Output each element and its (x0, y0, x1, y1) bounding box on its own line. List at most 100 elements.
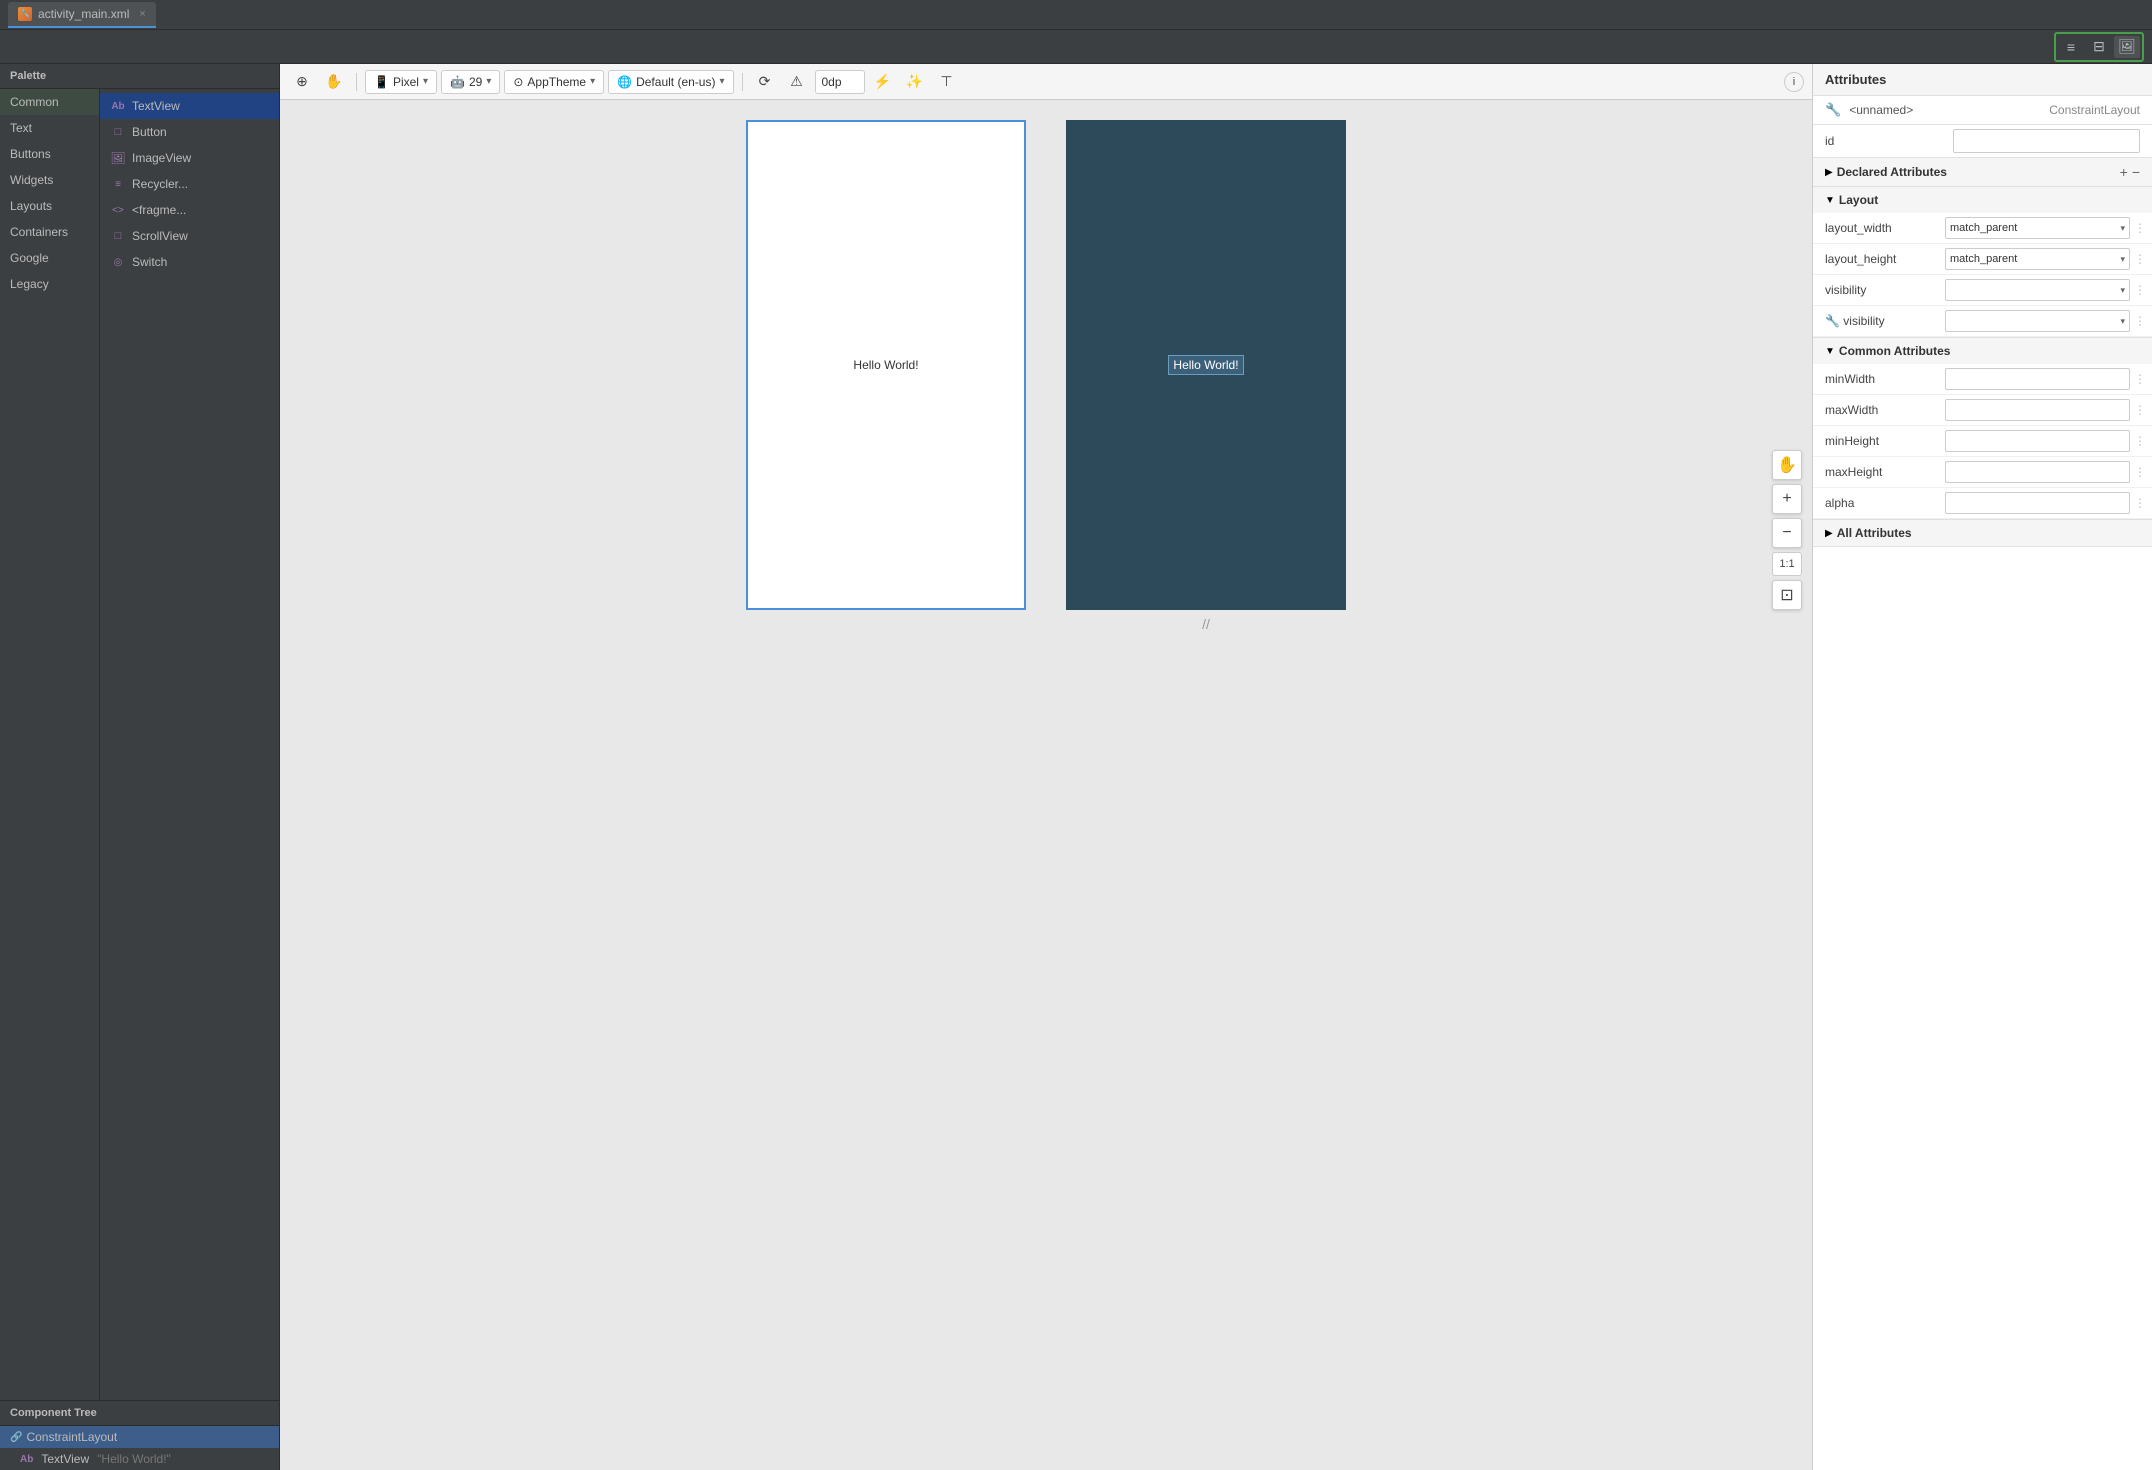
sidebar-item-buttons[interactable]: Buttons (0, 141, 99, 167)
magic-wand-button[interactable]: ✨ (901, 70, 929, 94)
min-height-input[interactable] (1945, 430, 2130, 452)
resize-handle-icon: // (1202, 616, 1210, 630)
blueprint-screen[interactable]: Hello World! (1066, 120, 1346, 610)
palette-item-textview[interactable]: Ab TextView (100, 93, 279, 119)
palette-item-imageview[interactable]: 🖼 ImageView (100, 145, 279, 171)
layout-width-dropdown[interactable]: match_parent ▾ (1945, 217, 2130, 239)
max-height-row: maxHeight ⋮ (1813, 457, 2152, 488)
sidebar-item-widgets[interactable]: Widgets (0, 167, 99, 193)
api-dropdown[interactable]: 🤖 29 ▾ (441, 70, 500, 94)
canvas-viewport[interactable]: Hello World! Hello World! // ✋ + (280, 100, 1812, 630)
sidebar-item-google[interactable]: Google (0, 245, 99, 271)
sidebar-item-layouts[interactable]: Layouts (0, 193, 99, 219)
attributes-panel: Attributes 🔧 <unnamed> ConstraintLayout … (1812, 64, 2152, 1470)
switch-icon: ◎ (110, 254, 126, 270)
pan-mode-button[interactable]: ✋ (1772, 450, 1802, 480)
id-input[interactable] (1953, 129, 2140, 153)
max-height-label: maxHeight (1825, 465, 1945, 479)
attributes-header: Attributes (1813, 64, 2152, 96)
visibility-wrench-dropdown[interactable]: ▾ (1945, 310, 2130, 332)
locale-dropdown-arrow: ▾ (719, 76, 724, 87)
palette-items-list: Ab TextView □ Button 🖼 ImageView ≡ Recyc… (100, 89, 279, 1400)
all-attributes-header[interactable]: ▶ All Attributes (1813, 520, 2152, 546)
min-width-handle: ⋮ (2134, 372, 2140, 386)
split-view-button[interactable]: ⊟ (2086, 36, 2112, 58)
textview-icon: Ab (110, 98, 126, 114)
palette-item-scrollview[interactable]: □ ScrollView (100, 223, 279, 249)
zoom-in-button[interactable]: + (1772, 484, 1802, 514)
theme-dropdown-arrow: ▾ (590, 76, 595, 87)
code-view-button[interactable]: ≡ (2058, 36, 2084, 58)
min-width-input[interactable] (1945, 368, 2130, 390)
palette-item-fragment[interactable]: <> <fragme... (100, 197, 279, 223)
palette-item-recyclerview[interactable]: ≡ Recycler... (100, 171, 279, 197)
tab-close-button[interactable]: × (139, 8, 145, 20)
align-button[interactable]: ⊤ (933, 70, 961, 94)
activity-main-tab[interactable]: 🔧 activity_main.xml × (8, 2, 156, 28)
palette-item-button[interactable]: □ Button (100, 119, 279, 145)
alpha-row: alpha ⋮ (1813, 488, 2152, 519)
warn-button[interactable]: ⚠ (783, 70, 811, 94)
api-label: 29 (469, 75, 482, 89)
canvas-area: ⊕ ✋ 📱 Pixel ▾ 🤖 29 ▾ ⊙ AppTheme ▾ (280, 64, 1812, 1470)
sidebar-item-containers[interactable]: Containers (0, 219, 99, 245)
refresh-button[interactable]: ⟳ (751, 70, 779, 94)
padding-field[interactable]: 0dp (815, 70, 865, 94)
max-width-input[interactable] (1945, 399, 2130, 421)
device-dropdown[interactable]: 📱 Pixel ▾ (365, 70, 437, 94)
device-frame-blueprint: Hello World! // (1066, 120, 1346, 610)
min-height-handle: ⋮ (2134, 434, 2140, 448)
alpha-label: alpha (1825, 496, 1945, 510)
layout-height-dropdown[interactable]: match_parent ▾ (1945, 248, 2130, 270)
layout-section: ▼ Layout layout_width match_parent ▾ ⋮ l… (1813, 187, 2152, 338)
imageview-icon: 🖼 (110, 150, 126, 166)
pan-icon: ✋ (325, 73, 342, 90)
max-height-handle: ⋮ (2134, 465, 2140, 479)
palette-item-switch[interactable]: ◎ Switch (100, 249, 279, 275)
design-screen[interactable]: Hello World! (746, 120, 1026, 610)
fit-screen-button[interactable]: ⊡ (1772, 580, 1802, 610)
textview-label: TextView (132, 99, 180, 113)
alpha-input[interactable] (1945, 492, 2130, 514)
zoom-out-button[interactable]: − (1772, 518, 1802, 548)
class-type-label: ConstraintLayout (2049, 103, 2140, 117)
sidebar-item-legacy[interactable]: Legacy (0, 271, 99, 297)
common-attributes-header[interactable]: ▼ Common Attributes (1813, 338, 2152, 364)
constraint-button[interactable]: ⚡ (869, 70, 897, 94)
pan-tool-button[interactable]: ✋ (320, 70, 348, 94)
tree-item-textview[interactable]: Ab TextView "Hello World!" (0, 1448, 279, 1470)
declared-attributes-header[interactable]: ▶ Declared Attributes + − (1813, 158, 2152, 186)
constraint-icon: 🔗 (10, 1432, 22, 1443)
min-width-row: minWidth ⋮ (1813, 364, 2152, 395)
class-row: 🔧 <unnamed> ConstraintLayout (1813, 96, 2152, 125)
main-layout: Palette Common Text Buttons Widgets Layo… (0, 64, 2152, 1470)
remove-attribute-button[interactable]: − (2132, 164, 2140, 180)
sidebar-item-common[interactable]: Common (0, 89, 99, 115)
zoom-ratio-label: 1:1 (1772, 552, 1802, 576)
locale-dropdown[interactable]: 🌐 Default (en-us) ▾ (608, 70, 733, 94)
zoom-out-icon: − (1782, 524, 1791, 542)
sidebar-item-text[interactable]: Text (0, 115, 99, 141)
select-tool-button[interactable]: ⊕ (288, 70, 316, 94)
info-button[interactable]: i (1784, 72, 1804, 92)
split-icon: ⊟ (2093, 38, 2105, 55)
fit-icon: ⊡ (1780, 585, 1793, 605)
align-icon: ⊤ (940, 73, 952, 90)
theme-dropdown[interactable]: ⊙ AppTheme ▾ (504, 70, 604, 94)
visibility-wrench-label: 🔧 visibility (1825, 314, 1945, 328)
design-view-button[interactable]: 🖼 (2114, 36, 2140, 58)
file-icon: 🔧 (18, 7, 32, 21)
design-icon: 🖼 (2118, 38, 2136, 55)
palette-panel: Palette Common Text Buttons Widgets Layo… (0, 64, 280, 1470)
id-row: id (1813, 125, 2152, 158)
max-height-input[interactable] (1945, 461, 2130, 483)
info-icon: i (1793, 76, 1795, 88)
layout-section-header[interactable]: ▼ Layout (1813, 187, 2152, 213)
common-attributes-title: Common Attributes (1839, 344, 2140, 358)
tree-item-constraintlayout[interactable]: 🔗 ConstraintLayout (0, 1426, 279, 1448)
visibility-dropdown[interactable]: ▾ (1945, 279, 2130, 301)
common-collapse-icon: ▼ (1825, 346, 1835, 357)
add-attribute-button[interactable]: + (2120, 164, 2128, 180)
class-name-label: <unnamed> (1849, 103, 2041, 117)
constraint-label: ConstraintLayout (26, 1430, 117, 1444)
